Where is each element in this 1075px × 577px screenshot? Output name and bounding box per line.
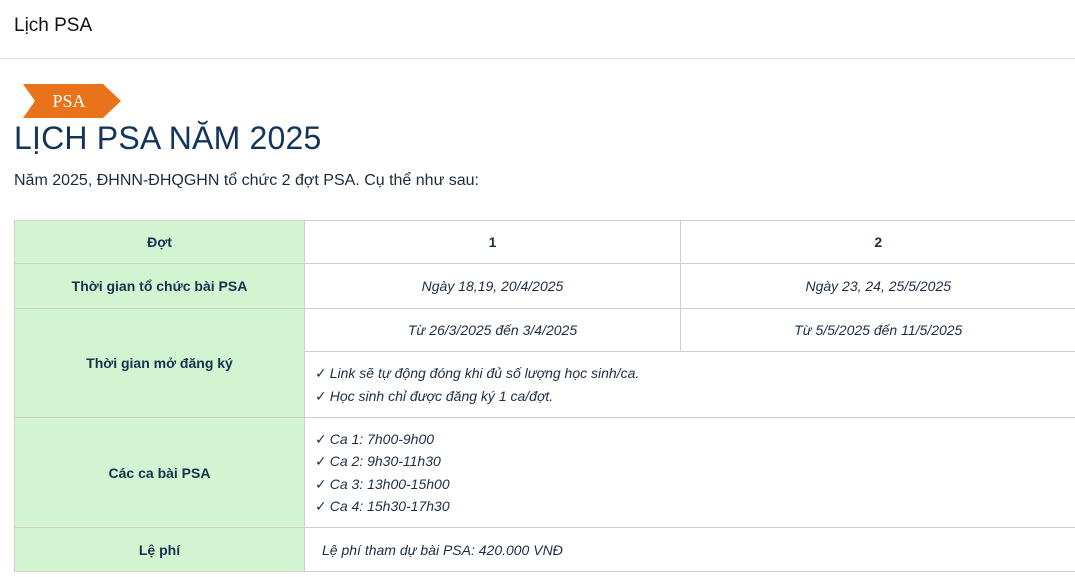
check-icon: ✓: [315, 430, 327, 447]
schedule-table: Đợt 1 2 Thời gian tổ chức bài PSA Ngày 1…: [14, 220, 1075, 572]
test-time-1-cell: Ngày 18,19, 20/4/2025: [304, 263, 681, 309]
dot-2-cell: 2: [680, 220, 1075, 264]
list-item: ✓ Link sẽ tự động đóng khi đủ số lượng họ…: [315, 365, 640, 381]
check-icon: ✓: [315, 453, 327, 469]
fee-cell: Lệ phí tham dự bài PSA: 420.000 VNĐ: [304, 527, 1075, 572]
check-icon: ✓: [315, 475, 327, 492]
row-label-fee: Lệ phí: [14, 527, 305, 572]
list-item: ✓ Ca 4: 15h30-17h30: [315, 498, 450, 514]
top-bar-title: Lịch PSA: [14, 15, 93, 36]
registration-notes-list: ✓ Link sẽ tự động đóng khi đủ số lượng họ…: [305, 362, 1075, 407]
intro-text: Năm 2025, ĐHNN-ĐHQGHN tổ chức 2 đợt PSA.…: [14, 172, 479, 189]
sessions-cell: ✓ Ca 1: 7h00-9h00 ✓ Ca 2: 9h30-11h30 ✓ Ca 3…: [304, 417, 1075, 528]
sessions-list: ✓ Ca 1: 7h00-9h00 ✓ Ca 2: 9h30-11h30 ✓ Ca 3…: [305, 428, 1075, 518]
page-title: LỊCH PSA NĂM 2025: [14, 120, 322, 156]
row-label-dot: Đợt: [14, 220, 305, 264]
test-time-2-cell: Ngày 23, 24, 25/5/2025: [680, 263, 1075, 309]
psa-tag-label: PSA: [52, 91, 86, 111]
list-item: ✓ Ca 1: 7h00-9h00: [315, 430, 435, 447]
row-label-registration: Thời gian mở đăng ký: [14, 308, 305, 418]
table-row-registration: Thời gian mở đăng ký Từ 26/3/2025 đến 3/…: [14, 308, 1075, 418]
table-row-fee: Lệ phí Lệ phí tham dự bài PSA: 420.000 V…: [14, 527, 1075, 572]
row-label-sessions: Các ca bài PSA: [14, 417, 305, 528]
psa-tag-badge: PSA: [23, 84, 121, 118]
list-item: ✓ Ca 2: 9h30-11h30: [315, 453, 441, 469]
table-row-test-time: Thời gian tổ chức bài PSA Ngày 18,19, 20…: [14, 263, 1075, 309]
registration-2-cell: Từ 5/5/2025 đến 11/5/2025: [680, 308, 1075, 352]
check-icon: ✓: [315, 498, 327, 514]
list-item: ✓ Ca 3: 13h00-15h00: [315, 475, 450, 492]
row-label-test-time: Thời gian tổ chức bài PSA: [14, 263, 305, 309]
registration-1-cell: Từ 26/3/2025 đến 3/4/2025: [304, 308, 681, 352]
check-icon: ✓: [315, 387, 327, 404]
dot-1-cell: 1: [304, 220, 681, 264]
table-row-sessions: Các ca bài PSA ✓ Ca 1: 7h00-9h00 ✓ Ca 2: 9…: [14, 417, 1075, 528]
list-item: ✓ Học sinh chỉ được đăng ký 1 ca/đợt.: [315, 387, 554, 404]
fee-text: Lệ phí tham dự bài PSA: 420.000 VNĐ: [322, 541, 563, 558]
top-bar: Lịch PSA: [0, 0, 1075, 59]
check-icon: ✓: [315, 365, 327, 381]
registration-notes-cell: ✓ Link sẽ tự động đóng khi đủ số lượng họ…: [304, 351, 1075, 418]
table-row-dot: Đợt 1 2: [14, 220, 1075, 264]
